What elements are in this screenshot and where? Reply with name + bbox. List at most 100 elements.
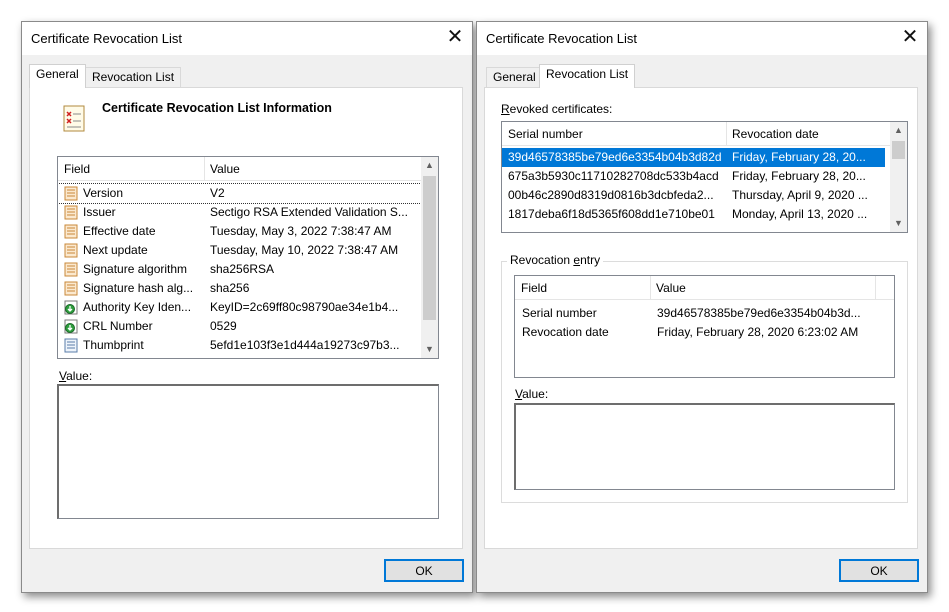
crl-dialog-revocation-list: Certificate Revocation List ✕ General Re… — [476, 21, 928, 593]
tab-revocation-list[interactable]: Revocation List — [85, 67, 182, 88]
field-value: Sectigo RSA Extended Validation S... — [210, 205, 408, 219]
field-value: V2 — [210, 186, 225, 200]
revocation-date: Friday, February 28, 20... — [732, 169, 866, 183]
doc-field-icon — [64, 243, 79, 258]
value-label: Value: — [515, 387, 549, 401]
value-textbox[interactable] — [57, 384, 439, 519]
field-value: 5efd1e103f3e1d444a19273c97b3... — [210, 338, 400, 352]
table-row[interactable]: 00b46c2890d8319d0816b3dcbfeda2... Thursda… — [502, 186, 885, 205]
vertical-scrollbar[interactable]: ▲ ▼ — [421, 157, 438, 358]
table-row[interactable]: Signature algorithm sha256RSA — [58, 260, 421, 279]
table-row[interactable]: CRL Number 0529 — [58, 317, 421, 336]
list-header: Field Value — [515, 276, 894, 300]
field-name: Effective date — [83, 224, 156, 238]
tab-general[interactable]: General — [486, 67, 543, 88]
field-value: sha256 — [210, 281, 250, 295]
doc-field-icon — [64, 186, 79, 201]
entry-field: Serial number — [522, 306, 597, 320]
field-value: KeyID=2c69ff80c98790ae34e1b4... — [210, 300, 399, 314]
field-name: Version — [83, 186, 124, 200]
column-header-value[interactable]: Value — [650, 276, 686, 300]
list-header: Serial number Revocation date — [502, 122, 907, 146]
table-row[interactable]: Authority Key Iden... KeyID=2c69ff80c9879… — [58, 298, 421, 317]
serial-number: 1817deba6f18d5365f608dd1e710be01 — [508, 207, 715, 221]
tab-general[interactable]: General — [29, 64, 86, 88]
info-heading: Certificate Revocation List Information — [102, 101, 332, 115]
table-row[interactable]: Next update Tuesday, May 10, 2022 7:38:47… — [58, 241, 421, 260]
revocation-panel: Revoked certificates: Serial number Revo… — [484, 87, 918, 549]
field-name: Authority Key Iden... — [83, 300, 192, 314]
scroll-thumb[interactable] — [423, 176, 436, 320]
doc-field-icon — [64, 224, 79, 239]
serial-number: 00b46c2890d8319d0816b3dcbfeda2... — [508, 188, 714, 202]
entry-value: 39d46578385be79ed6e3354b04b3d... — [657, 306, 861, 320]
title-bar: Certificate Revocation List ✕ — [22, 22, 472, 55]
crl-document-icon — [63, 105, 87, 133]
table-row[interactable]: 1817deba6f18d5365f608dd1e710be01 Monday, … — [502, 205, 885, 224]
column-header-value[interactable]: Value — [204, 157, 240, 181]
revocation-entry-label: Revocation entry — [507, 253, 604, 267]
column-divider[interactable] — [875, 276, 876, 300]
crl-dialog-general: Certificate Revocation List ✕ General Re… — [21, 21, 473, 593]
value-textbox[interactable] — [514, 403, 895, 490]
entry-field: Revocation date — [522, 325, 609, 339]
extension-icon — [64, 319, 79, 334]
value-label: Value: — [59, 369, 93, 383]
general-panel: Certificate Revocation List Information … — [29, 87, 463, 549]
field-name: Thumbprint — [83, 338, 144, 352]
revocation-date: Monday, April 13, 2020 ... — [732, 207, 868, 221]
field-value: 0529 — [210, 319, 237, 333]
serial-number: 675a3b5930c11710282708dc533b4acd — [508, 169, 719, 183]
column-header-serial-number[interactable]: Serial number — [502, 122, 583, 146]
scroll-thumb[interactable] — [892, 141, 905, 159]
table-row[interactable]: Serial number 39d46578385be79ed6e3354b04b… — [515, 304, 894, 323]
scroll-down-icon[interactable]: ▼ — [421, 341, 438, 358]
field-name: Next update — [83, 243, 148, 257]
tab-revocation-list[interactable]: Revocation List — [539, 64, 636, 88]
revoked-certificates-list[interactable]: Serial number Revocation date 39d4657838… — [501, 121, 908, 233]
table-row[interactable]: Effective date Tuesday, May 3, 2022 7:38:… — [58, 222, 421, 241]
table-row[interactable]: 675a3b5930c11710282708dc533b4acd Friday, … — [502, 167, 885, 186]
table-row[interactable]: Version V2 — [58, 183, 422, 204]
field-name: Signature hash alg... — [83, 281, 194, 295]
doc-field-icon — [64, 205, 79, 220]
column-header-field[interactable]: Field — [58, 157, 90, 181]
title-bar: Certificate Revocation List ✕ — [477, 22, 927, 55]
scroll-up-icon[interactable]: ▲ — [890, 122, 907, 139]
ok-button[interactable]: OK — [839, 559, 919, 582]
vertical-scrollbar[interactable]: ▲ ▼ — [890, 122, 907, 232]
entry-field-list[interactable]: Field Value Serial number 39d46578385be79… — [514, 275, 895, 378]
revocation-date: Friday, February 28, 20... — [732, 150, 866, 164]
table-row[interactable]: Issuer Sectigo RSA Extended Validation S.… — [58, 203, 421, 222]
doc-field-icon — [64, 262, 79, 277]
field-name: Signature algorithm — [83, 262, 188, 276]
dialog-title: Certificate Revocation List — [31, 31, 183, 46]
revocation-date: Thursday, April 9, 2020 ... — [732, 188, 868, 202]
field-list[interactable]: Field Value Version V2 Issuer Sectigo RSA E… — [57, 156, 439, 359]
thumbprint-icon — [64, 338, 79, 353]
doc-field-icon — [64, 281, 79, 296]
table-row-partial[interactable] — [502, 224, 885, 232]
field-value: Tuesday, May 3, 2022 7:38:47 AM — [210, 224, 392, 238]
dialog-title: Certificate Revocation List — [486, 31, 638, 46]
column-header-revocation-date[interactable]: Revocation date — [726, 122, 819, 146]
entry-value: Friday, February 28, 2020 6:23:02 AM — [657, 325, 859, 339]
scroll-up-icon[interactable]: ▲ — [421, 157, 438, 174]
field-name: CRL Number — [83, 319, 153, 333]
field-value: Tuesday, May 10, 2022 7:38:47 AM — [210, 243, 399, 257]
table-row[interactable]: Thumbprint 5efd1e103f3e1d444a19273c97b3..… — [58, 336, 421, 355]
table-row[interactable]: Signature hash alg... sha256 — [58, 279, 421, 298]
ok-button[interactable]: OK — [384, 559, 464, 582]
extension-icon — [64, 300, 79, 315]
serial-number: 39d46578385be79ed6e3354b04b3d82d — [508, 150, 722, 164]
field-value: sha256RSA — [210, 262, 275, 276]
close-icon[interactable]: ✕ — [893, 22, 927, 54]
field-name: Issuer — [83, 205, 116, 219]
revoked-certificates-label: Revoked certificates: — [501, 102, 613, 116]
scroll-down-icon[interactable]: ▼ — [890, 215, 907, 232]
list-header: Field Value — [58, 157, 438, 181]
table-row[interactable]: Revocation date Friday, February 28, 2020… — [515, 323, 894, 342]
close-icon[interactable]: ✕ — [438, 22, 472, 54]
column-header-field[interactable]: Field — [515, 276, 547, 300]
table-row[interactable]: 39d46578385be79ed6e3354b04b3d82d Friday, … — [502, 148, 885, 167]
